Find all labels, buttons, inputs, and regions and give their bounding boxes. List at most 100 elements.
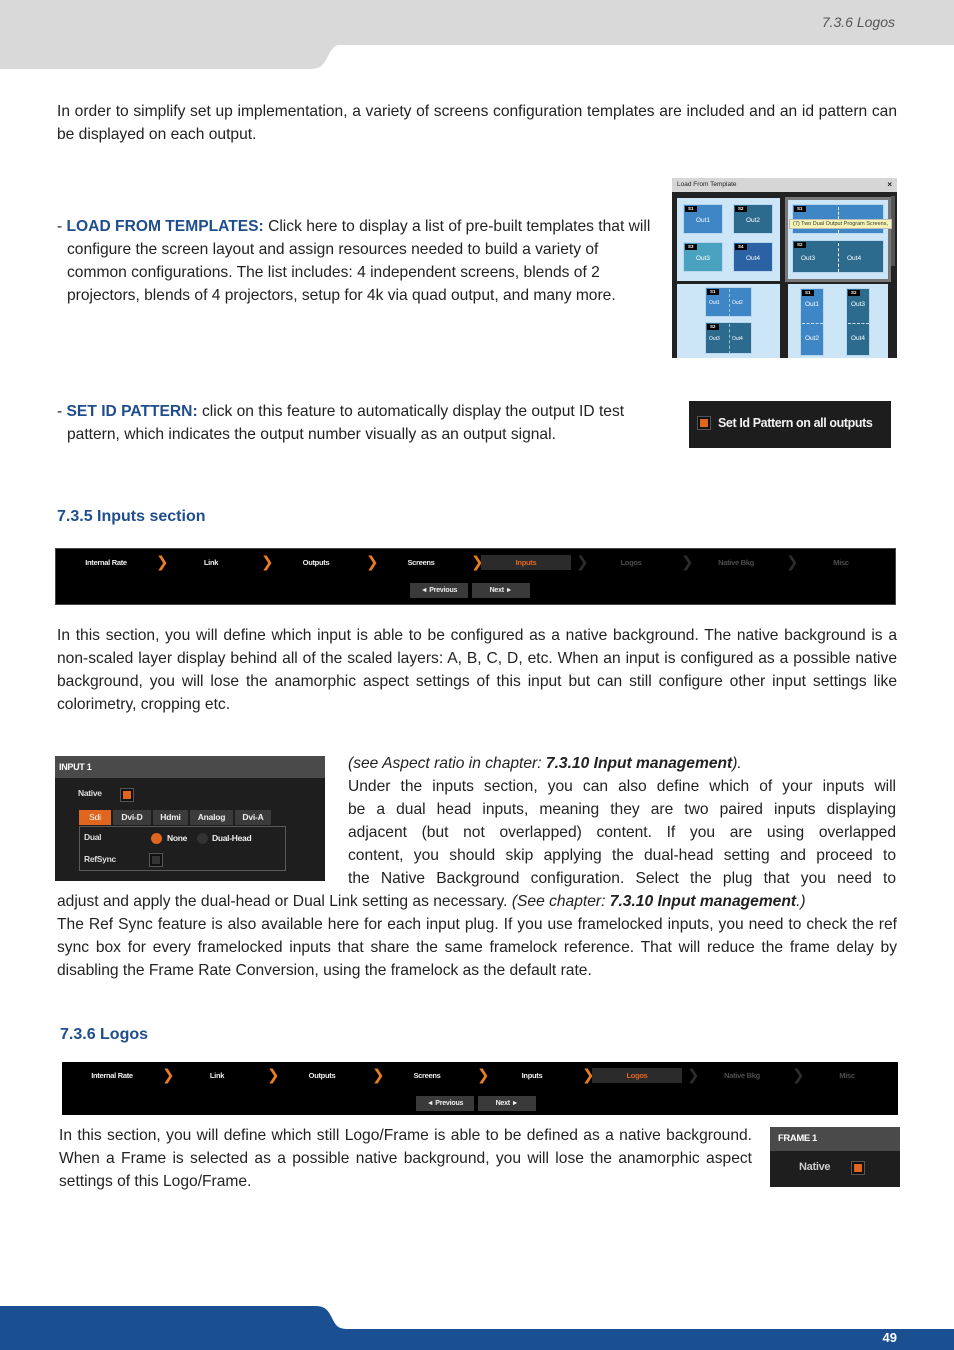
screen-tag: S3 [685, 244, 697, 250]
plug-settings-box: Dual None Dual-Head RefSync [79, 826, 286, 871]
inputs-paragraph-3: The Ref Sync feature is also available h… [57, 916, 897, 979]
chevron-right-icon: ❯ [477, 1067, 490, 1084]
tab-sdi[interactable]: Sdi [79, 810, 111, 825]
dual-none-radio[interactable] [151, 833, 162, 844]
wizard-step-misc[interactable]: Misc [802, 1068, 892, 1083]
load-templates-label: LOAD FROM TEMPLATES: [66, 218, 264, 235]
see-note-suffix: ). [732, 755, 742, 772]
paragraph-line: adjacent (but not overlapped) content. I… [348, 824, 896, 841]
dual-head-label: Dual-Head [212, 833, 252, 843]
see2-reference[interactable]: 7.3.10 Input management [610, 893, 796, 910]
see-aspect-ratio-note: (see Aspect ratio in chapter: 7.3.10 Inp… [348, 752, 742, 775]
para2-tail-text: adjust and apply the dual-head or Dual L… [57, 893, 512, 910]
screen-tag: S1 [685, 206, 697, 212]
screen-tag: S4 [735, 244, 747, 250]
output-label: Out2 [804, 335, 820, 342]
dual-label: Dual [84, 832, 102, 842]
see-note-prefix: (see Aspect ratio in chapter: [348, 755, 546, 772]
wizard-step-logos[interactable]: Logos [592, 1068, 682, 1083]
output-label: Out4 [850, 335, 866, 342]
logos-wizard-bar: Internal Rate ❯ Link ❯ Outputs ❯ Screens ❯ Input… [62, 1062, 898, 1115]
inputs-wizard-bar: Internal Rate ❯ Link ❯ Outputs ❯ Screens ❯ Input… [55, 548, 896, 605]
wizard-step-inputs[interactable]: Inputs [481, 555, 571, 570]
blend-divider [729, 324, 730, 354]
blend-divider [848, 323, 869, 324]
wizard-step-screens[interactable]: Screens [382, 1068, 472, 1083]
see-note-reference[interactable]: 7.3.10 Input management [546, 755, 732, 772]
output-label: Out1 [695, 217, 711, 224]
set-id-pattern-checkbox[interactable] [697, 416, 711, 430]
tab-dvi-d[interactable]: Dvi-D [113, 810, 151, 825]
wizard-step-internal-rate[interactable]: Internal Rate [67, 1068, 157, 1083]
wizard-step-outputs[interactable]: Outputs [271, 555, 361, 570]
logos-paragraph: In this section, you will define which s… [59, 1127, 752, 1190]
template-card-4-screens[interactable]: S1 Out1 S2 Out2 S3 Out3 S4 Out4 [677, 198, 780, 281]
bullet-dash: - [57, 403, 67, 420]
output-label: Out2 [732, 300, 743, 306]
blend-divider [802, 323, 823, 324]
wizard-step-native-bkg[interactable]: Native Bkg [691, 555, 781, 570]
wizard-step-misc[interactable]: Misc [796, 555, 886, 570]
wizard-step-screens[interactable]: Screens [376, 555, 466, 570]
frame-native-checkbox[interactable] [851, 1161, 865, 1175]
output-label: Out3 [801, 255, 816, 262]
set-id-pattern-checkbox-label[interactable]: Set Id Pattern on all outputs [718, 416, 873, 430]
chevron-right-icon: ❯ [261, 554, 274, 571]
see2-prefix: (See chapter: [511, 893, 610, 910]
wizard-step-inputs[interactable]: Inputs [487, 1068, 577, 1083]
scrollbar[interactable] [891, 196, 895, 266]
output-tile: S2 Out3 Out4 [846, 288, 870, 356]
load-templates-item: - LOAD FROM TEMPLATES: Click here to dis… [57, 215, 657, 307]
next-button[interactable]: Next ► [472, 583, 530, 598]
chevron-right-icon: ❯ [681, 554, 694, 571]
template-card-two-dual-output[interactable]: S1 S2 Out3 Out4 [785, 197, 891, 282]
wizard-step-link[interactable]: Link [166, 555, 256, 570]
template-card-portrait[interactable]: S1 Out1 Out2 S2 Out3 Out4 [788, 284, 888, 358]
dual-none-label: None [167, 833, 188, 843]
bullet-dash: - [57, 218, 67, 235]
wizard-step-native-bkg[interactable]: Native Bkg [697, 1068, 787, 1083]
chevron-right-icon: ❯ [372, 1067, 385, 1084]
frame-1-panel: FRAME 1 Native [770, 1127, 900, 1187]
running-header-title: 7.3.6 Logos [821, 14, 895, 30]
dual-head-radio[interactable] [197, 833, 208, 844]
set-id-pattern-panel: Set Id Pattern on all outputs [689, 401, 891, 448]
output-label: Out3 [709, 336, 720, 342]
template-card-rotated-blend[interactable]: S1 Out1 Out2 S2 Out3 Out4 [677, 284, 780, 358]
output-label: Out3 [850, 301, 866, 308]
intro-paragraph: In order to simplify set up implementati… [57, 103, 897, 143]
previous-button[interactable]: ◄ Previous [410, 583, 468, 598]
chevron-right-icon: ❯ [582, 1067, 595, 1084]
output-label: Out1 [709, 300, 720, 306]
close-icon[interactable]: × [887, 178, 892, 192]
paragraph-line: Under the inputs section, you can also d… [348, 778, 896, 795]
dialog-title: Load From Template [677, 181, 737, 188]
inputs-section-heading: 7.3.5 Inputs section [57, 508, 206, 525]
chevron-right-icon: ❯ [267, 1067, 280, 1084]
output-label: Out3 [695, 255, 711, 262]
logos-section-heading: 7.3.6 Logos [60, 1026, 149, 1043]
chevron-right-icon: ❯ [162, 1067, 175, 1084]
blend-divider [838, 243, 839, 272]
frame-native-label: Native [799, 1161, 831, 1173]
next-button[interactable]: Next ► [478, 1096, 536, 1111]
page-header-band [0, 0, 954, 45]
tab-dvi-a[interactable]: Dvi-A [235, 810, 271, 825]
screen-tag: S1 [794, 206, 806, 212]
wizard-step-link[interactable]: Link [172, 1068, 262, 1083]
native-checkbox[interactable] [120, 788, 134, 802]
tab-hdmi[interactable]: Hdmi [153, 810, 188, 825]
chevron-right-icon: ❯ [156, 554, 169, 571]
template-tooltip: (7) Two Dual Output Program Screens, [789, 219, 892, 229]
output-label: Out1 [804, 301, 820, 308]
chevron-right-icon: ❯ [471, 554, 484, 571]
chevron-right-icon: ❯ [576, 554, 589, 571]
wizard-step-internal-rate[interactable]: Internal Rate [61, 555, 151, 570]
refsync-checkbox[interactable] [149, 853, 163, 867]
tab-analog[interactable]: Analog [190, 810, 233, 825]
paragraph-line: be a dual head inputs, meaning they are … [348, 801, 896, 818]
wizard-step-logos[interactable]: Logos [586, 555, 676, 570]
previous-button[interactable]: ◄ Previous [416, 1096, 474, 1111]
output-tile: S4 Out4 [733, 242, 773, 272]
wizard-step-outputs[interactable]: Outputs [277, 1068, 367, 1083]
